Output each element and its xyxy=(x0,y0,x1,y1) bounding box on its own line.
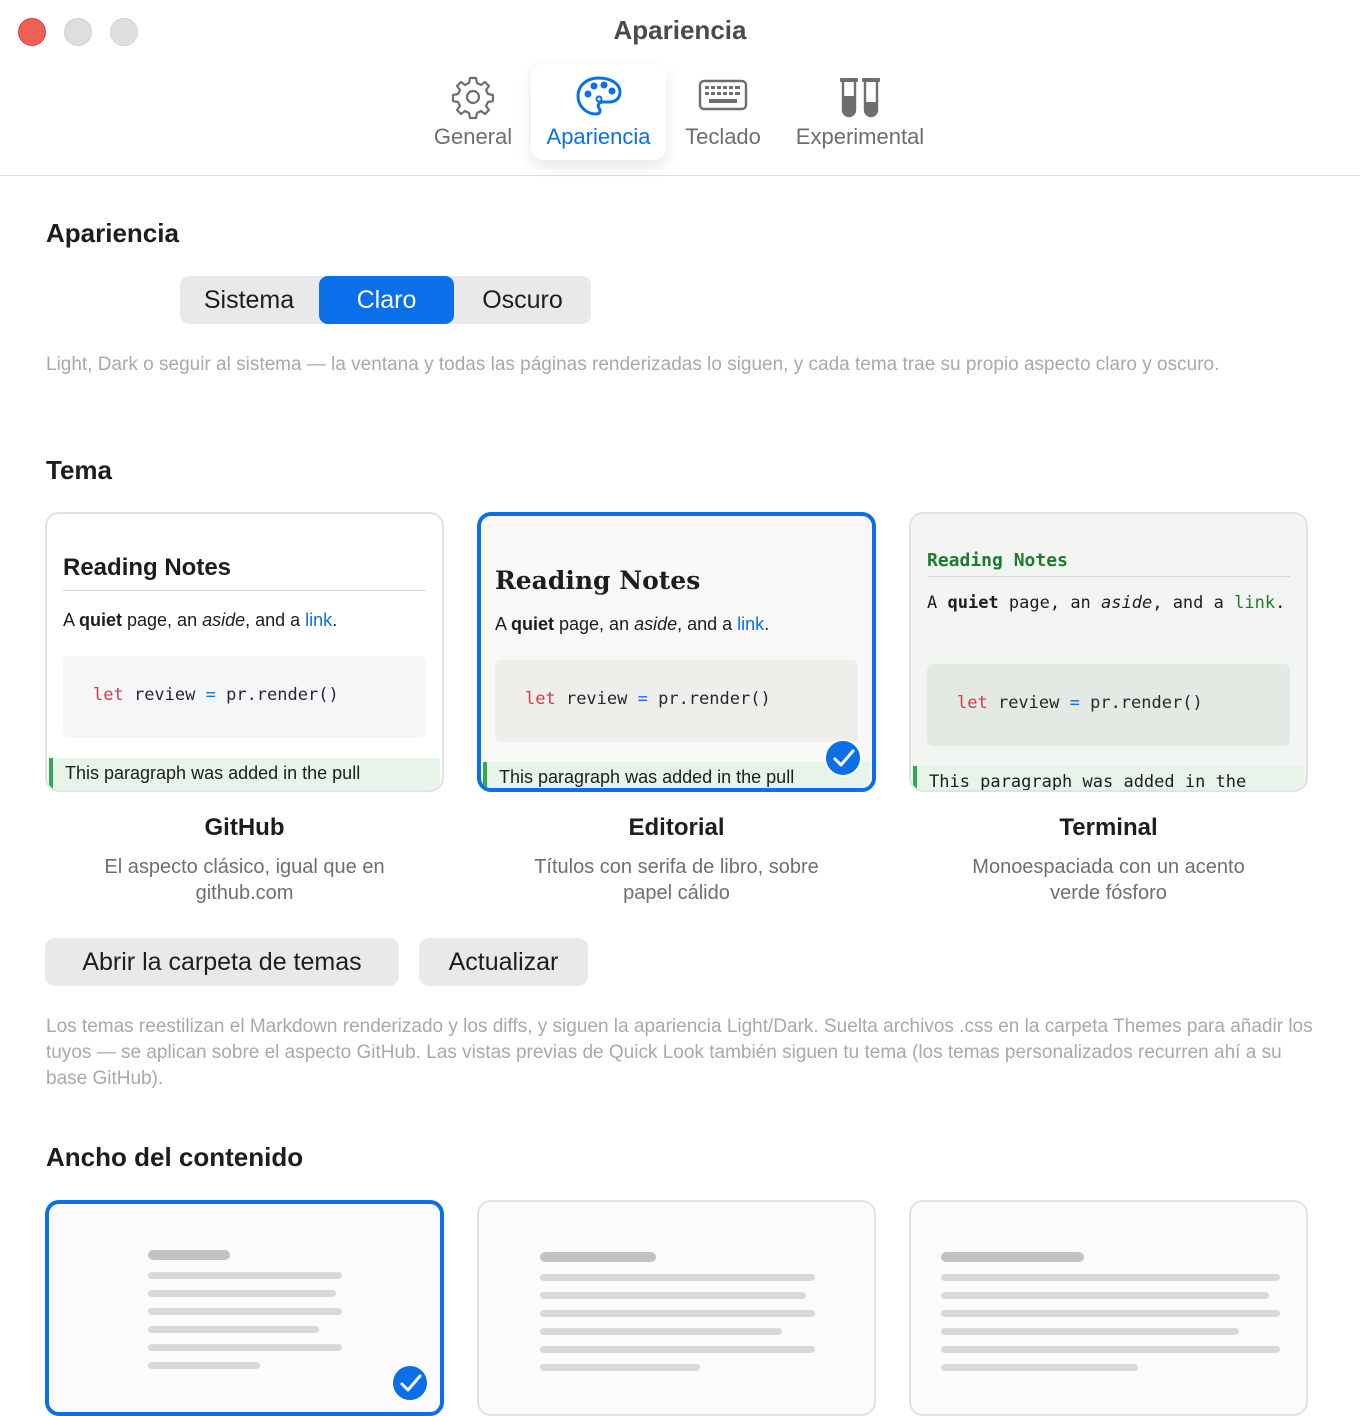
theme-name-editorial: Editorial xyxy=(628,814,725,841)
keyboard-icon xyxy=(698,79,748,111)
theme-description-terminal: Monoespaciada con un acento verde fósfor… xyxy=(972,856,1245,904)
width-preview-line xyxy=(148,1272,342,1279)
content-width-narrow[interactable] xyxy=(45,1200,444,1416)
tab-teclado[interactable]: Teclado xyxy=(674,64,772,160)
width-preview-line xyxy=(540,1364,700,1371)
width-preview-line xyxy=(540,1292,806,1299)
segment-oscuro[interactable]: Oscuro xyxy=(454,276,591,324)
preview-added-paragraph: This paragraph was added in the pull xyxy=(49,758,440,790)
preview-code-block: let review = pr.render() xyxy=(927,664,1290,746)
theme-card-terminal[interactable]: Reading Notes A quiet page, an aside, an… xyxy=(909,512,1308,792)
width-preview-line xyxy=(148,1290,336,1297)
width-preview-line xyxy=(148,1344,342,1351)
width-preview-line xyxy=(941,1328,1239,1335)
refresh-themes-button[interactable]: Actualizar xyxy=(419,938,588,986)
width-preview-line xyxy=(148,1326,319,1333)
preview-heading: Reading Notes xyxy=(495,566,701,595)
width-preview-line xyxy=(148,1308,342,1315)
preview-paragraph: A quiet page, an aside, and a link. xyxy=(927,593,1286,613)
open-themes-folder-button[interactable]: Abrir la carpeta de temas xyxy=(45,938,399,986)
width-preview-line xyxy=(941,1346,1280,1353)
width-preview-line xyxy=(941,1364,1138,1371)
width-preview-line xyxy=(941,1310,1280,1317)
theme-card-editorial[interactable]: Reading Notes A quiet page, an aside, an… xyxy=(477,512,876,792)
width-preview-heading-line xyxy=(148,1250,230,1260)
preview-code-block: let review = pr.render() xyxy=(63,656,426,738)
width-preview-heading-line xyxy=(540,1252,656,1262)
appearance-segmented-control: Sistema Claro Oscuro xyxy=(180,276,591,324)
title-bar: Apariencia General Apariencia Teclado Ex… xyxy=(0,0,1360,176)
appearance-section-title: Apariencia xyxy=(46,218,179,248)
segment-claro[interactable]: Claro xyxy=(319,276,454,324)
width-preview-line xyxy=(540,1274,815,1281)
preview-rule xyxy=(63,590,426,591)
window-title: Apariencia xyxy=(613,15,747,45)
width-preview-line xyxy=(148,1362,260,1369)
preview-paragraph: A quiet page, an aside, and a link. xyxy=(63,610,338,630)
width-preview-line xyxy=(540,1310,815,1317)
preview-added-paragraph: This paragraph was added in the pull xyxy=(483,762,870,788)
tab-experimental[interactable]: Experimental xyxy=(784,64,936,160)
tab-label: Experimental xyxy=(795,124,925,149)
theme-card-github[interactable]: Reading Notes A quiet page, an aside, an… xyxy=(45,512,444,792)
theme-help-text: Los temas reestilizan el Markdown render… xyxy=(46,1016,1313,1089)
selected-checkmark-icon xyxy=(824,739,862,777)
selected-checkmark-icon xyxy=(391,1364,429,1402)
test-tubes-icon xyxy=(840,78,880,118)
gear-icon xyxy=(451,76,495,120)
tab-label: General xyxy=(433,124,513,149)
width-preview-heading-line xyxy=(941,1252,1084,1262)
content-width-medium[interactable] xyxy=(477,1200,876,1416)
content-width-section-title: Ancho del contenido xyxy=(46,1142,304,1172)
palette-icon xyxy=(575,76,622,116)
width-preview-line xyxy=(540,1328,782,1335)
preview-added-paragraph: This paragraph was added in the xyxy=(913,766,1304,790)
width-preview-line xyxy=(941,1274,1280,1281)
tab-label: Teclado xyxy=(685,124,761,149)
width-preview-line xyxy=(540,1346,815,1353)
tab-general[interactable]: General xyxy=(420,64,526,160)
theme-name-github: GitHub xyxy=(204,814,285,841)
preview-heading: Reading Notes xyxy=(927,550,1068,571)
preview-paragraph: A quiet page, an aside, and a link. xyxy=(495,614,770,634)
preview-rule xyxy=(927,576,1290,577)
tab-apariencia[interactable]: Apariencia xyxy=(531,64,666,160)
tab-label: Apariencia xyxy=(546,124,651,149)
content-width-wide[interactable] xyxy=(909,1200,1308,1416)
theme-description-github: El aspecto clásico, igual que en github.… xyxy=(104,856,385,904)
appearance-help-text: Light, Dark o seguir al sistema — la ven… xyxy=(46,354,1220,375)
preview-heading: Reading Notes xyxy=(63,554,232,581)
theme-section-title: Tema xyxy=(46,455,112,485)
theme-name-terminal: Terminal xyxy=(1059,814,1158,841)
preview-code-block: let review = pr.render() xyxy=(495,660,858,742)
theme-description-editorial: Títulos con serifa de libro, sobre papel… xyxy=(534,856,819,904)
segment-sistema[interactable]: Sistema xyxy=(180,276,318,324)
width-preview-line xyxy=(941,1292,1269,1299)
